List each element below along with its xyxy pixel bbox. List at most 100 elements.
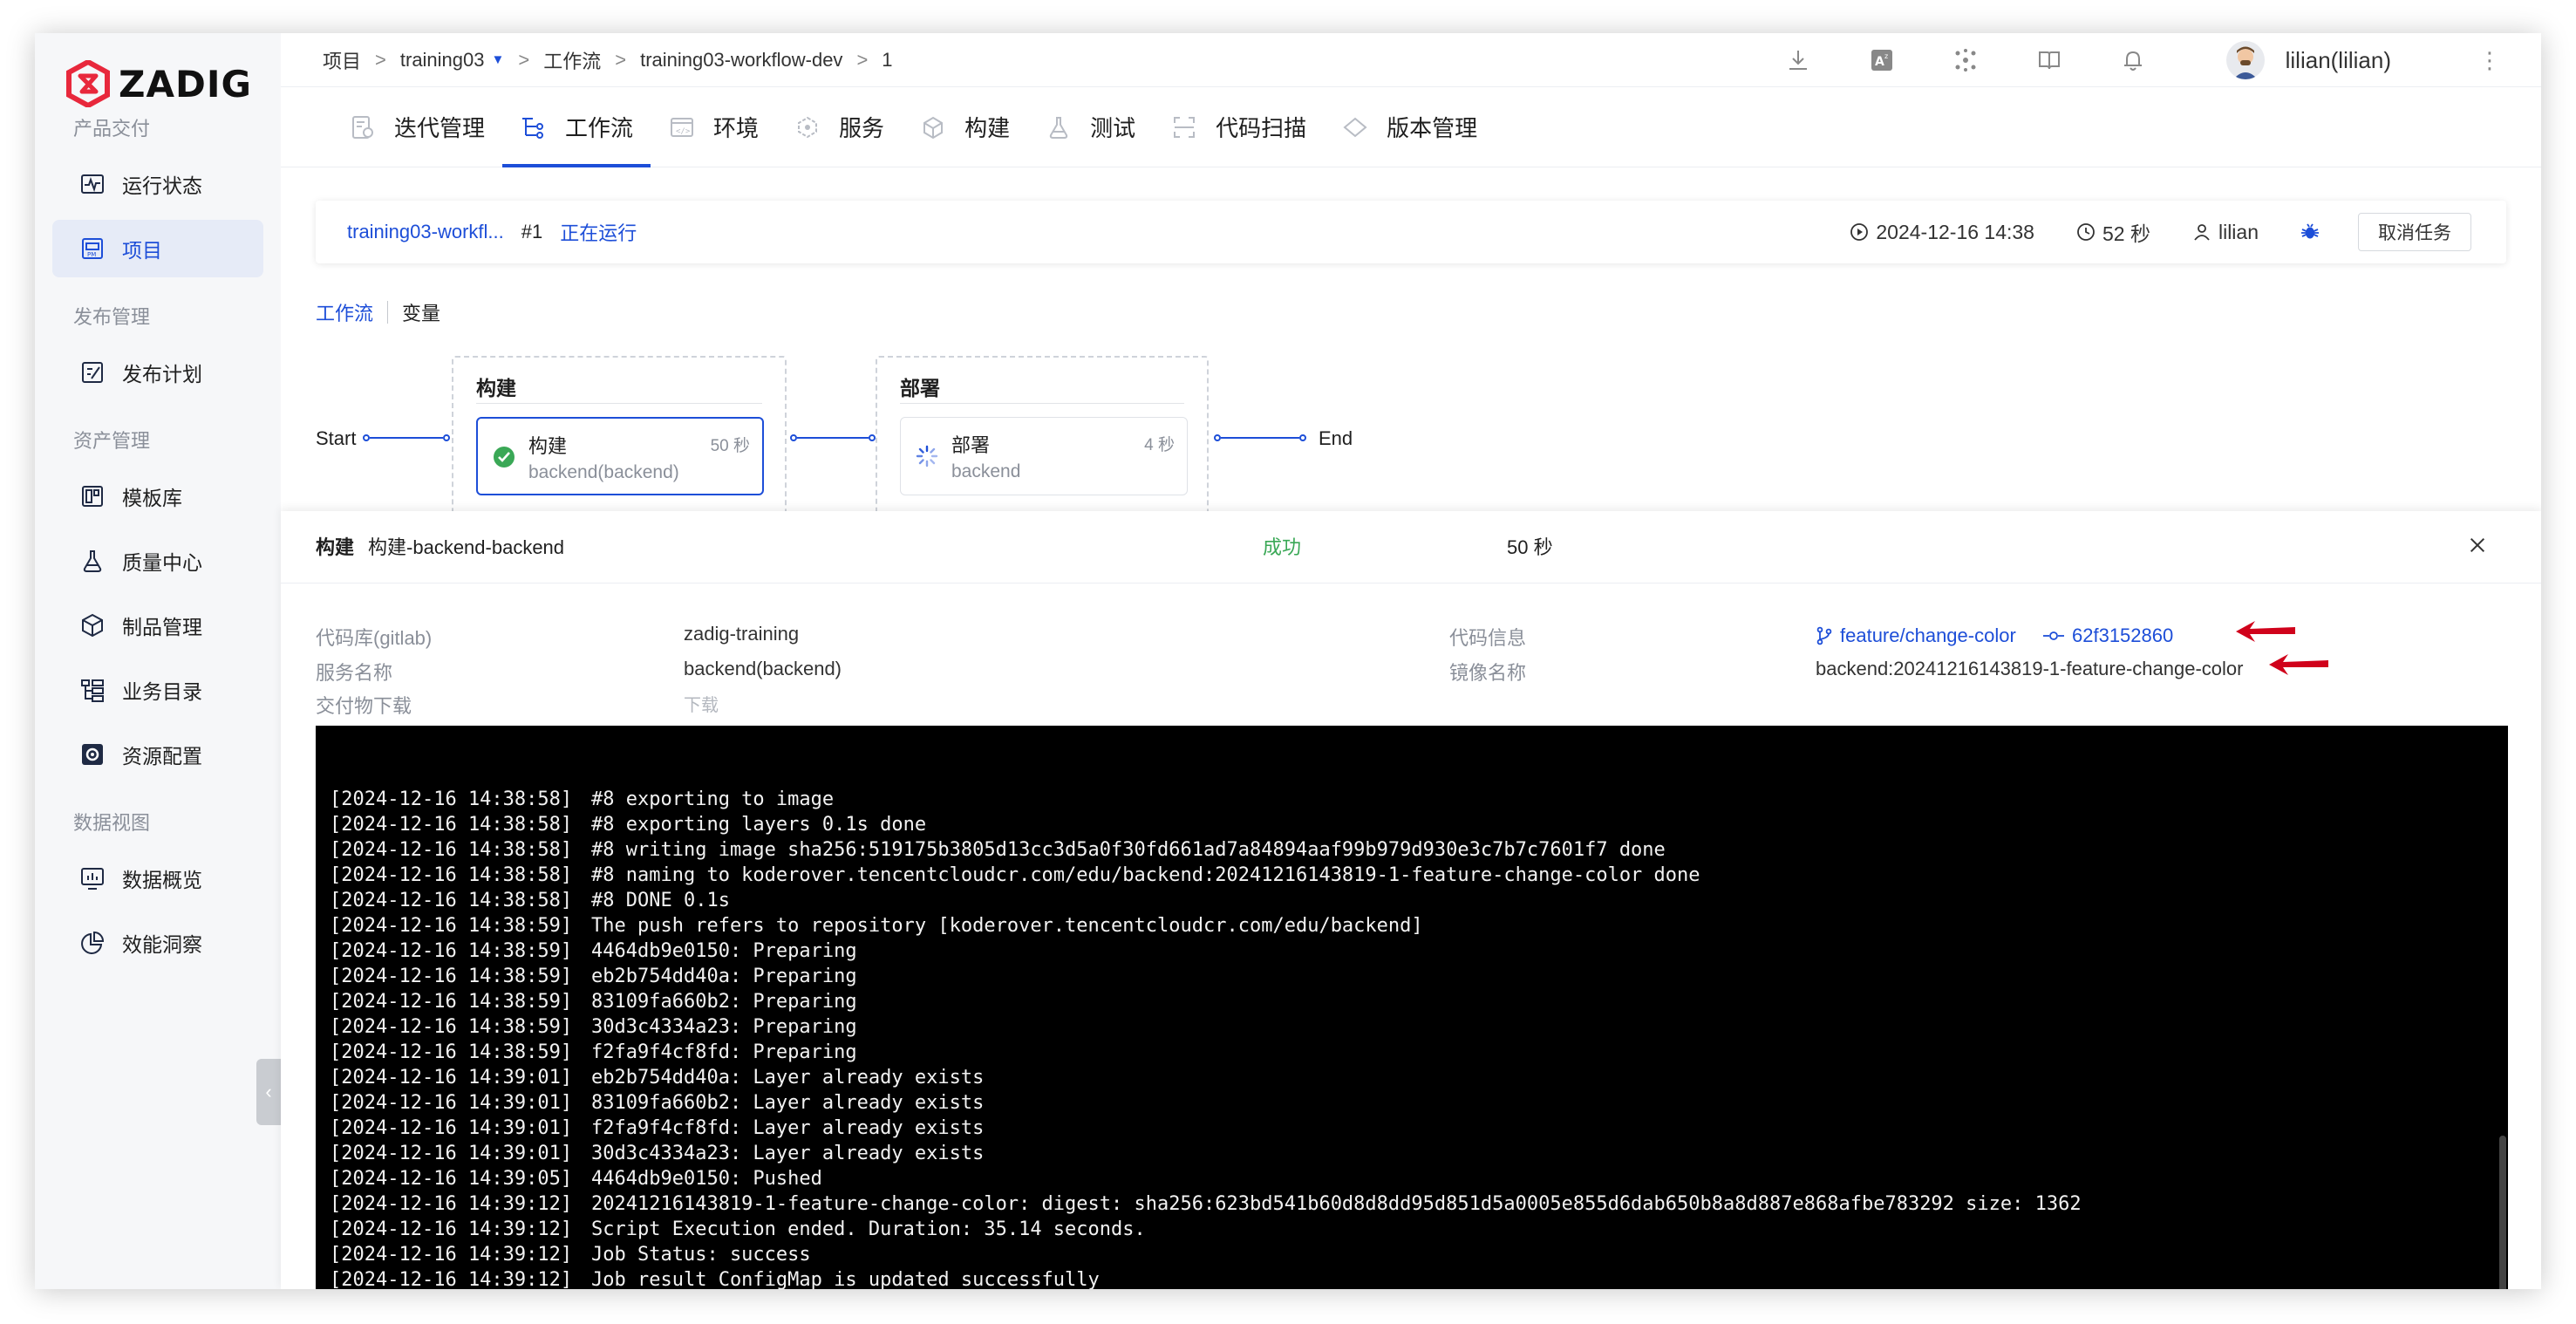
pipeline-connector-dot: [790, 434, 797, 441]
play-circle-icon: [1850, 223, 1869, 241]
debug-bug-icon[interactable]: [2300, 222, 2320, 242]
language-icon[interactable]: Az: [1869, 47, 1895, 73]
subtab-workflow[interactable]: 工作流: [316, 298, 373, 326]
stage-build: 构建 构建 backend(backend) 50 秒: [452, 356, 787, 530]
svg-text:A: A: [1875, 55, 1884, 69]
docs-icon[interactable]: [2036, 47, 2062, 73]
log-line: [2024-12-16 14:38:59] The push refers to …: [330, 913, 2494, 938]
tab-test[interactable]: 测试: [1027, 87, 1153, 167]
repo-value: zadig-training: [684, 623, 800, 645]
log-message: Job result ConfigMap is updated successf…: [591, 1269, 1100, 1289]
commit-id: 62f3152860: [2072, 624, 2174, 646]
nav-group-data: 数据视图: [73, 812, 151, 834]
log-timestamp: [2024-12-16 14:38:59]: [330, 966, 573, 987]
iteration-icon: [349, 113, 377, 141]
avatar[interactable]: [2225, 41, 2265, 79]
tab-label: 服务: [839, 115, 885, 141]
sidebar-item-label: 运行状态: [122, 174, 202, 197]
sidebar-item-label: 效能洞察: [122, 933, 202, 956]
log-timestamp: [2024-12-16 14:39:12]: [330, 1269, 573, 1289]
job-detail-panel: 构建 构建-backend-backend 成功 50 秒 代码库(gitlab…: [281, 511, 2541, 1289]
sidebar-item-templates[interactable]: 模板库: [52, 467, 263, 525]
log-message: 20241216143819-1-feature-change-color: d…: [591, 1193, 2082, 1215]
log-message: f2fa9f4cf8fd: Layer already exists: [591, 1117, 985, 1139]
log-line: [2024-12-16 14:38:58] #8 writing image sh…: [330, 837, 2494, 863]
sidebar-item-data-overview[interactable]: 数据概览: [52, 850, 263, 907]
nav-group-assets: 资产管理: [73, 430, 151, 452]
sidebar-item-artifacts[interactable]: 制品管理: [52, 597, 263, 654]
breadcrumb-workflows[interactable]: 工作流: [543, 46, 601, 74]
nav-group-delivery: 产品交付: [73, 118, 151, 140]
artifact-download-link[interactable]: 下载: [684, 691, 719, 716]
tab-version[interactable]: 版本管理: [1324, 87, 1495, 167]
log-line: [2024-12-16 14:39:01] 83109fa660b2: Layer…: [330, 1090, 2494, 1116]
commit-link[interactable]: 62f3152860: [2042, 624, 2173, 647]
caret-down-icon[interactable]: ▼: [492, 52, 505, 67]
breadcrumb-run: 1: [882, 48, 893, 71]
log-timestamp: [2024-12-16 14:39:12]: [330, 1193, 573, 1215]
job-card-deploy[interactable]: 部署 backend 4 秒: [900, 417, 1188, 495]
tab-service[interactable]: 服务: [776, 87, 902, 167]
log-line: [2024-12-16 14:38:58] #8 DONE 0.1s: [330, 888, 2494, 913]
log-message: eb2b754dd40a: Preparing: [591, 966, 857, 987]
log-timestamp: [2024-12-16 14:39:01]: [330, 1092, 573, 1114]
log-timestamp: [2024-12-16 14:39:01]: [330, 1143, 573, 1164]
tab-build[interactable]: 构建: [902, 87, 1027, 167]
build-log-terminal[interactable]: [2024-12-16 14:38:58] #8 exporting to ima…: [316, 726, 2508, 1289]
sidebar-collapse-button[interactable]: ‹: [256, 1059, 281, 1125]
breadcrumb: 项目 > training03 ▼ > 工作流 > training03-wor…: [281, 33, 2541, 87]
log-line: [2024-12-16 14:39:12] 20241216143819-1-fe…: [330, 1191, 2494, 1217]
plugin-icon[interactable]: [1952, 47, 1979, 73]
more-vertical-icon[interactable]: ⋮: [2478, 47, 2501, 74]
download-icon[interactable]: [1785, 47, 1811, 73]
pulse-icon: [78, 170, 106, 198]
job-card-build[interactable]: 构建 backend(backend) 50 秒: [476, 417, 764, 495]
log-line: [2024-12-16 14:38:59] 30d3c4334a23: Prepa…: [330, 1014, 2494, 1040]
terminal-scrollbar[interactable]: [2499, 1136, 2506, 1289]
job-service: backend: [951, 461, 1021, 481]
log-line: [2024-12-16 14:38:58] #8 exporting layers…: [330, 812, 2494, 837]
branch-link[interactable]: feature/change-color: [1816, 624, 2016, 647]
svg-text:z: z: [1884, 52, 1888, 60]
log-line: [2024-12-16 14:39:12] Job Status: success: [330, 1242, 2494, 1267]
user-name[interactable]: lilian(lilian): [2286, 47, 2391, 74]
sidebar-item-label: 资源配置: [122, 745, 202, 768]
sidebar-item-catalog[interactable]: 业务目录: [52, 661, 263, 719]
breadcrumb-project[interactable]: training03: [400, 49, 485, 72]
bell-icon[interactable]: [2120, 47, 2146, 73]
brand-logo[interactable]: ZADIG: [66, 49, 252, 119]
cancel-task-button[interactable]: 取消任务: [2358, 213, 2471, 251]
subtab-variables[interactable]: 变量: [402, 298, 440, 326]
sidebar-item-label: 制品管理: [122, 616, 202, 638]
template-icon: [78, 482, 106, 510]
sidebar-item-quality[interactable]: 质量中心: [52, 532, 263, 590]
pipeline-connector: [370, 437, 443, 439]
close-icon[interactable]: [2464, 532, 2491, 558]
log-timestamp: [2024-12-16 14:38:58]: [330, 890, 573, 911]
tab-code-scan[interactable]: 代码扫描: [1153, 87, 1324, 167]
zadig-logo-icon: [66, 60, 110, 107]
sidebar-item-run-status[interactable]: 运行状态: [52, 155, 263, 213]
log-message: #8 exporting layers 0.1s done: [591, 814, 927, 836]
log-line: [2024-12-16 14:38:58] #8 exporting to ima…: [330, 787, 2494, 812]
sidebar-item-project[interactable]: PM 项目: [52, 220, 263, 277]
breadcrumb-projects[interactable]: 项目: [323, 46, 361, 74]
monitor-chart-icon: [78, 864, 106, 892]
log-message: 4464db9e0150: Preparing: [591, 940, 857, 962]
breadcrumb-workflow[interactable]: training03-workflow-dev: [640, 49, 842, 72]
run-status: 正在运行: [560, 222, 637, 244]
log-line: [2024-12-16 14:38:58] #8 naming to kodero…: [330, 863, 2494, 888]
sidebar-item-insights[interactable]: 效能洞察: [52, 914, 263, 972]
tab-environment[interactable]: </> 环境: [651, 87, 776, 167]
tab-iteration[interactable]: 迭代管理: [331, 87, 502, 167]
run-workflow-name[interactable]: training03-workfl...: [347, 221, 504, 243]
log-timestamp: [2024-12-16 14:38:59]: [330, 1041, 573, 1063]
tab-workflow[interactable]: 工作流: [502, 87, 651, 167]
log-message: #8 exporting to image: [591, 788, 835, 810]
project-tabs: 迭代管理 工作流 </> 环境 服务 构建 测试 代码扫描 版本管理: [281, 87, 2541, 167]
sidebar-item-release-plan[interactable]: 发布计划: [52, 344, 263, 401]
log-timestamp: [2024-12-16 14:39:01]: [330, 1067, 573, 1089]
sidebar-item-resources[interactable]: 资源配置: [52, 726, 263, 783]
log-line: [2024-12-16 14:39:01] 30d3c4334a23: Layer…: [330, 1141, 2494, 1166]
release-plan-icon: [78, 358, 106, 386]
